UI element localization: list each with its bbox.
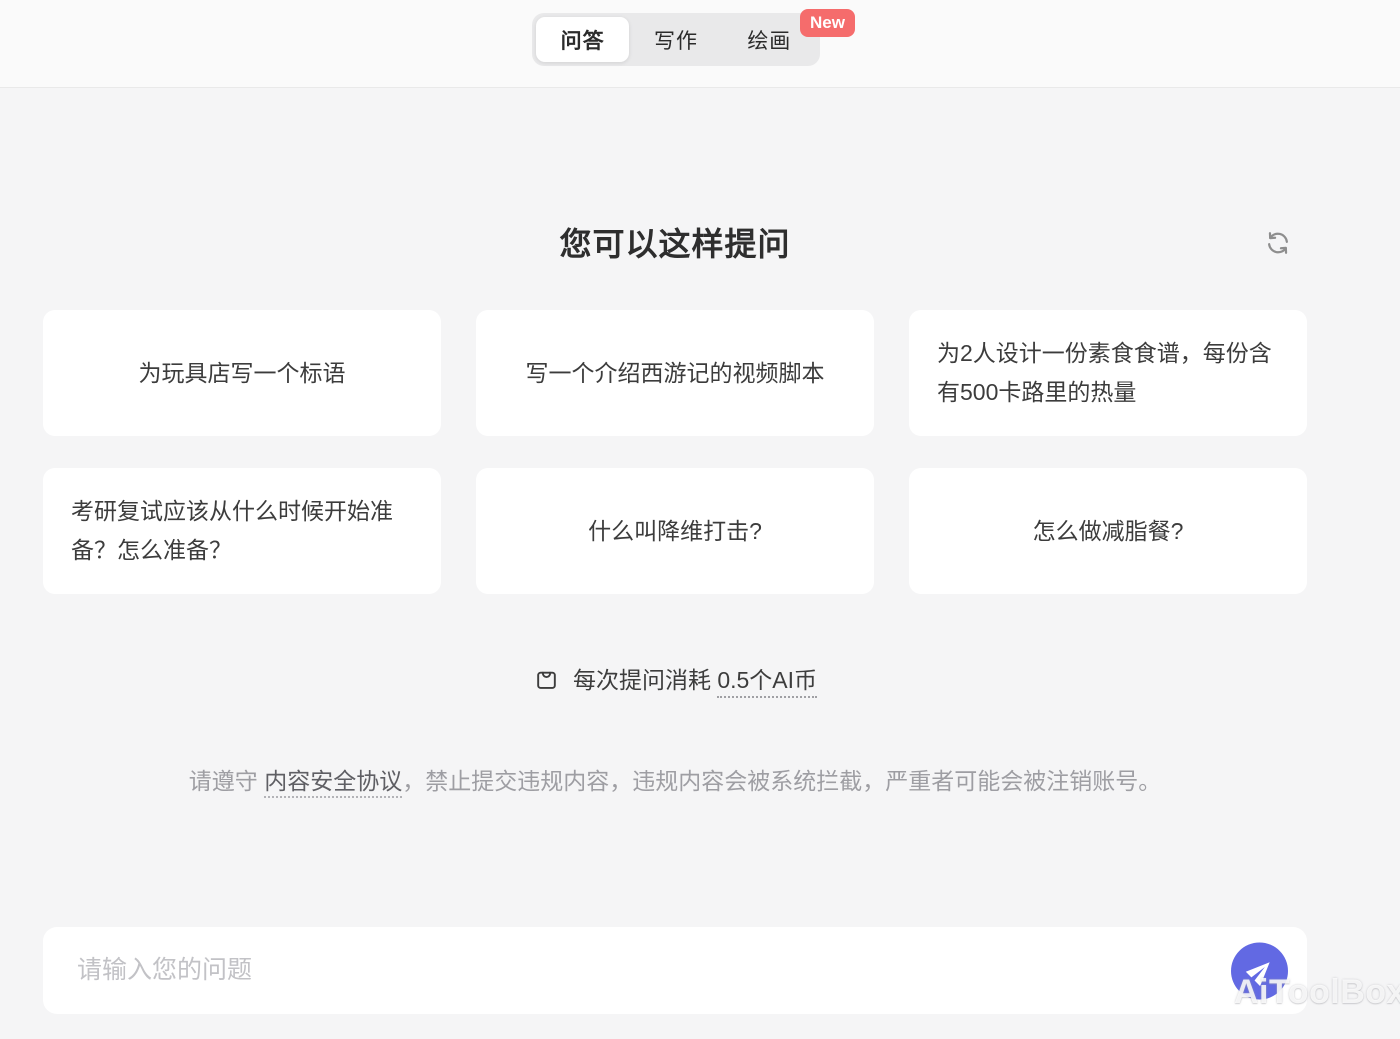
mode-segmented-control: 问答 写作 绘画 New	[532, 13, 820, 66]
tab-qa[interactable]: 问答	[536, 17, 629, 62]
content-policy-notice: 请遵守 内容安全协议，禁止提交违规内容，违规内容会被系统拦截，严重者可能会被注销…	[43, 765, 1307, 797]
refresh-suggestions-button[interactable]	[1261, 227, 1295, 261]
suggestions-header: 您可以这样提问	[43, 222, 1307, 266]
content-policy-link[interactable]: 内容安全协议	[264, 768, 402, 798]
question-composer	[43, 927, 1307, 1014]
paper-plane-icon	[1246, 957, 1273, 984]
tab-writing[interactable]: 写作	[629, 17, 722, 62]
notice-suffix: ，禁止提交违规内容，违规内容会被系统拦截，严重者可能会被注销账号。	[402, 768, 1161, 794]
cost-prefix: 每次提问消耗	[573, 667, 717, 693]
suggestion-card[interactable]: 怎么做减脂餐?	[909, 468, 1307, 594]
send-button[interactable]	[1231, 942, 1288, 999]
notice-prefix: 请遵守	[189, 768, 264, 794]
cost-text: 每次提问消耗 0.5个AI币	[573, 661, 817, 695]
page-title: 您可以这样提问	[43, 222, 1307, 266]
suggestion-card[interactable]: 考研复试应该从什么时候开始准备？怎么准备？	[43, 468, 441, 594]
main-content: 您可以这样提问 为玩具店写一个标语 写一个介绍西游记的视频脚本 为2人设计一份素…	[43, 88, 1307, 1014]
new-badge: New	[800, 9, 855, 37]
top-tab-bar: 问答 写作 绘画 New	[0, 0, 1400, 88]
cost-amount-link[interactable]: 0.5个AI币	[717, 667, 817, 698]
suggestion-card[interactable]: 什么叫降维打击?	[476, 468, 874, 594]
suggestion-card[interactable]: 为2人设计一份素食食谱，每份含有500卡路里的热量	[909, 310, 1307, 436]
shopping-bag-icon	[533, 665, 560, 692]
cost-info-row: 每次提问消耗 0.5个AI币	[43, 661, 1307, 695]
question-input[interactable]	[43, 927, 1307, 1014]
suggestion-card[interactable]: 写一个介绍西游记的视频脚本	[476, 310, 874, 436]
refresh-icon	[1264, 229, 1292, 260]
suggestion-card[interactable]: 为玩具店写一个标语	[43, 310, 441, 436]
suggestion-card-grid: 为玩具店写一个标语 写一个介绍西游记的视频脚本 为2人设计一份素食食谱，每份含有…	[43, 310, 1307, 594]
